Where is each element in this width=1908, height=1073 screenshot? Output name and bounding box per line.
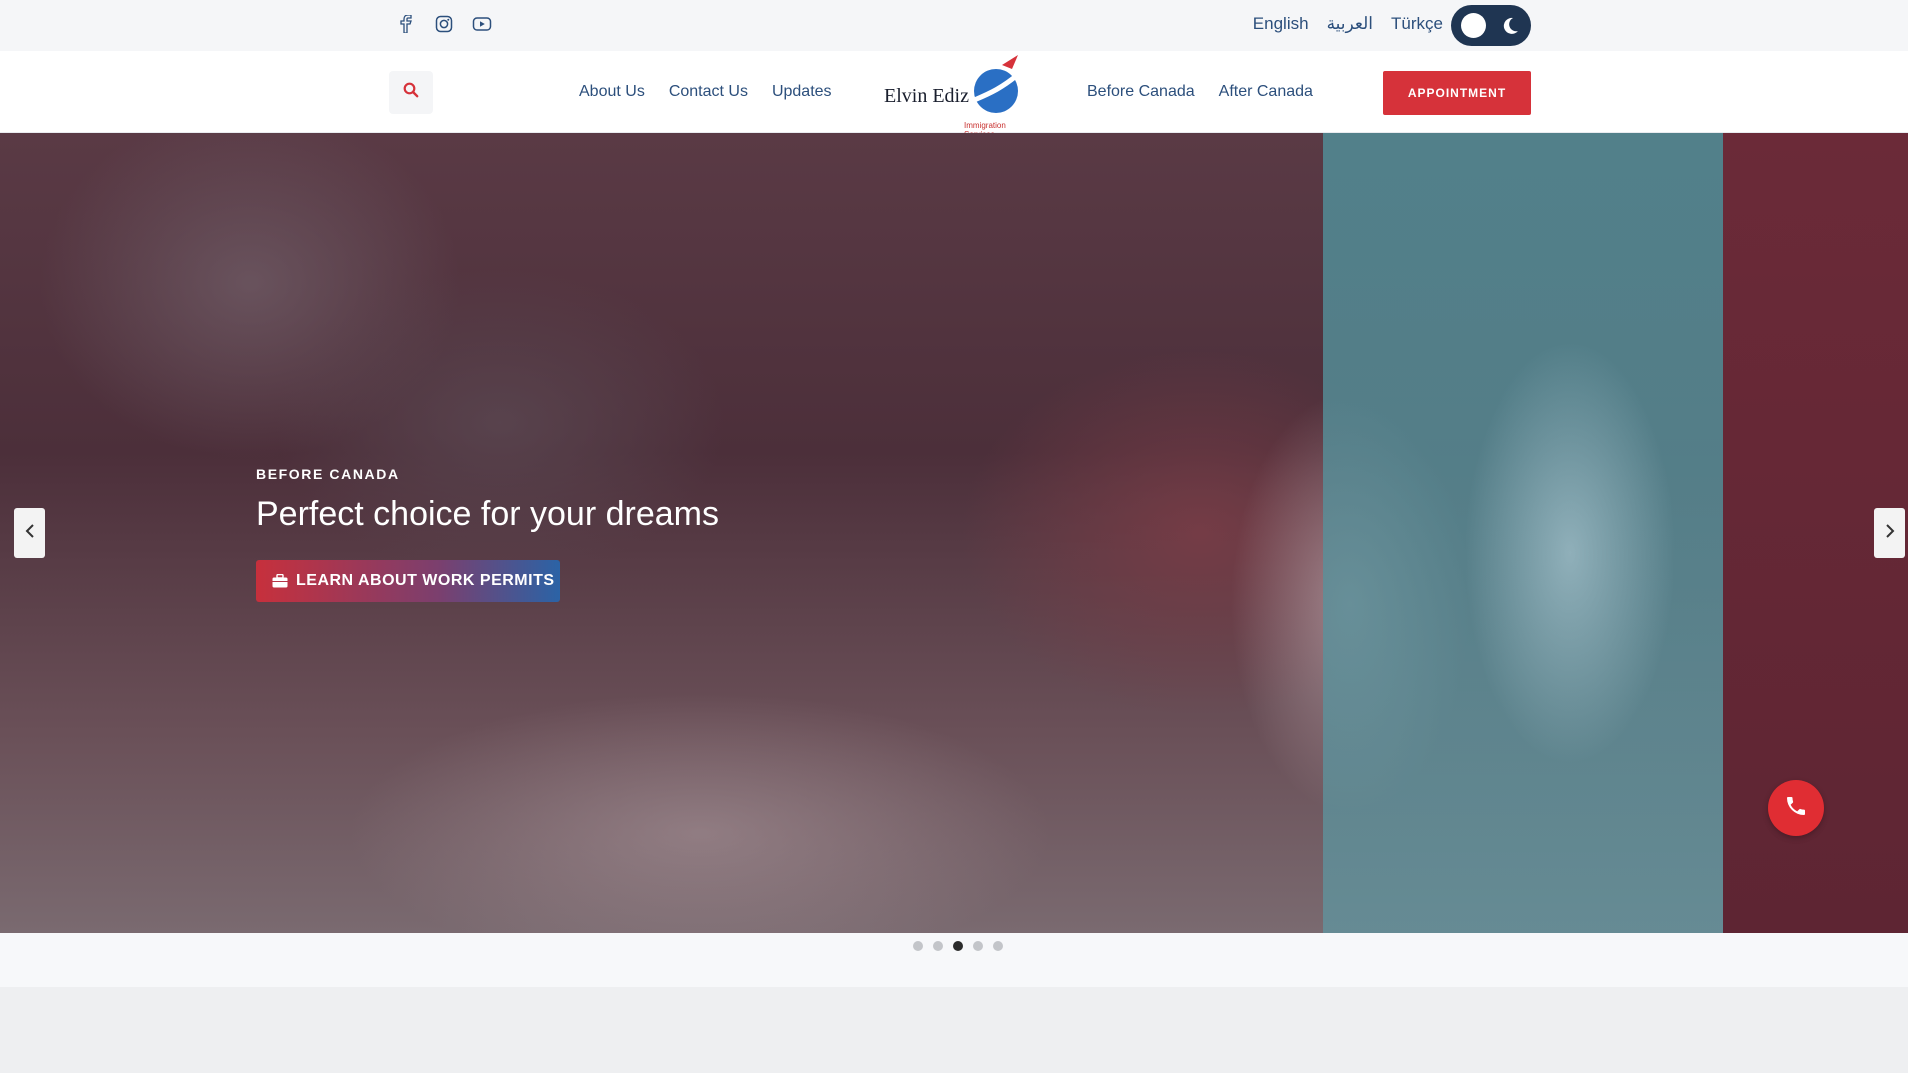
logo-text: Elvin Ediz [884, 85, 969, 107]
chevron-right-icon [1885, 523, 1895, 543]
chevron-left-icon [25, 523, 35, 543]
moon-icon [1499, 15, 1521, 37]
lang-arabic[interactable]: العربية [1327, 14, 1373, 34]
search-icon [403, 82, 419, 103]
top-bar: English العربية Türkçe [0, 0, 1908, 51]
toggle-knob [1461, 13, 1486, 38]
call-button[interactable] [1768, 780, 1824, 836]
nav-right: Before Canada After Canada [1087, 83, 1313, 101]
youtube-icon[interactable] [472, 14, 492, 34]
hero-slider: BEFORE CANADA Perfect choice for your dr… [0, 133, 1908, 933]
search-button[interactable] [389, 71, 433, 114]
site-logo[interactable]: Elvin Ediz Immigration Services [884, 53, 1036, 139]
nav-updates[interactable]: Updates [772, 83, 832, 101]
slider-dot-3[interactable] [953, 941, 963, 951]
nav-before-canada[interactable]: Before Canada [1087, 83, 1195, 101]
appointment-button[interactable]: APPOINTMENT [1383, 71, 1531, 115]
phone-icon [1784, 794, 1808, 823]
slider-dot-2[interactable] [933, 941, 943, 951]
social-links [396, 14, 492, 34]
theme-toggle[interactable] [1451, 5, 1531, 46]
slider-dot-5[interactable] [993, 941, 1003, 951]
cta-label: LEARN ABOUT WORK PERMITS [296, 572, 555, 589]
hero-title: Perfect choice for your dreams [256, 495, 719, 533]
slider-pagination [913, 941, 1003, 951]
briefcase-icon [272, 573, 288, 588]
slider-prev-button[interactable] [14, 508, 45, 558]
nav-left: About Us Contact Us Updates [579, 83, 832, 101]
main-header: About Us Contact Us Updates Elvin Ediz I… [0, 51, 1908, 139]
slider-next-button[interactable] [1874, 508, 1905, 558]
lang-turkish[interactable]: Türkçe [1391, 14, 1443, 34]
slider-dot-4[interactable] [973, 941, 983, 951]
nav-after-canada[interactable]: After Canada [1219, 83, 1313, 101]
instagram-icon[interactable] [434, 14, 454, 34]
hero-eyebrow: BEFORE CANADA [256, 466, 400, 482]
language-switcher: English العربية Türkçe [1253, 14, 1443, 34]
nav-about-us[interactable]: About Us [579, 83, 645, 101]
learn-work-permits-button[interactable]: LEARN ABOUT WORK PERMITS [256, 560, 560, 602]
slider-dot-1[interactable] [913, 941, 923, 951]
nav-contact-us[interactable]: Contact Us [669, 83, 748, 101]
hero-image-detail [1420, 253, 1720, 873]
page-section-below [0, 987, 1908, 1073]
lang-english[interactable]: English [1253, 14, 1309, 34]
facebook-icon[interactable] [396, 14, 416, 34]
